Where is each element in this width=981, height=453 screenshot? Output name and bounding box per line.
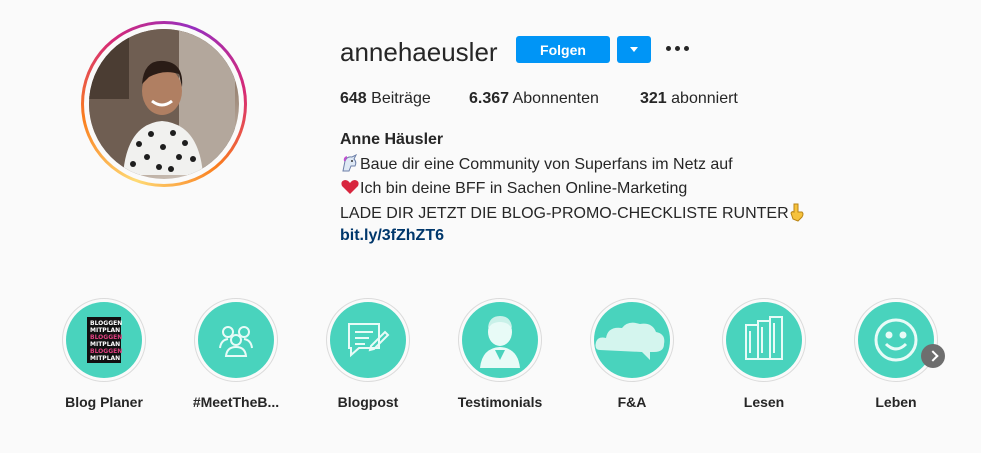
speech-bubble-pen-icon [348,323,390,358]
posts-stat: 648 Beiträge [340,90,431,107]
highlight-label: Leben [875,394,917,410]
bio-line-3: LADE DIR JETZT DIE BLOG-PROMO-CHECKLISTE… [340,202,805,223]
follow-button[interactable]: Folgen [516,36,610,63]
person-icon [480,316,520,368]
highlight-f-and-a[interactable]: F&A [590,298,674,410]
highlight-lesen[interactable]: Lesen [722,298,806,410]
svg-text:BLOGGEN: BLOGGEN [90,334,122,341]
svg-text:MITPLAN: MITPLAN [90,355,120,362]
bio-line-1: Baue dir eine Community von Superfans im… [340,153,733,174]
pointing-down-emoji-icon [790,203,804,222]
highlight-label: #MeetTheB... [192,394,280,410]
following-stat[interactable]: 321 abonniert [640,90,738,108]
profile-photo [89,29,239,179]
highlight-testimonials[interactable]: Testimonials [458,298,542,410]
planner-book-icon: BLOGGENMITPLAN BLOGGENMITPLAN BLOGGENMIT… [87,317,122,363]
highlight-label: Blog Planer [65,394,143,410]
books-icon [745,316,783,360]
unicorn-emoji-icon [342,153,358,172]
bio-link[interactable]: bit.ly/3fZhZT6 [340,227,444,245]
suggestions-dropdown-button[interactable] [617,36,651,63]
more-options-icon[interactable] [664,40,690,56]
highlights-next-button[interactable] [921,344,945,368]
highlight-label: Blogpost [337,394,399,410]
cloud-icon [595,322,665,360]
heart-emoji-icon [341,180,359,194]
profile-username: annehaeusler [340,37,498,67]
followers-stat[interactable]: 6.367 Abonnenten [469,90,599,108]
people-group-icon [219,326,253,357]
svg-text:BLOGGEN: BLOGGEN [90,348,122,355]
highlight-label: Testimonials [457,394,543,410]
profile-full-name: Anne Häusler [340,131,444,148]
highlight-leben[interactable]: Leben [854,298,938,410]
svg-text:MITPLAN: MITPLAN [90,327,120,334]
highlight-blogpost[interactable]: Blogpost [326,298,410,410]
smiley-icon [874,318,918,362]
svg-text:BLOGGEN: BLOGGEN [90,320,122,327]
profile-avatar[interactable] [81,21,247,187]
bio-line-2: Ich bin deine BFF in Sachen Online-Marke… [340,178,687,198]
svg-text:MITPLAN: MITPLAN [90,341,120,348]
highlight-blog-planer[interactable]: BLOGGEN MITPLAN BLOGGEN MITPLAN BLOGGEN MIT… [62,298,146,410]
highlight-meet-the-b[interactable]: #MeetTheB... [193,298,279,410]
highlight-label: F&A [617,394,647,410]
highlight-label: Lesen [743,394,785,410]
